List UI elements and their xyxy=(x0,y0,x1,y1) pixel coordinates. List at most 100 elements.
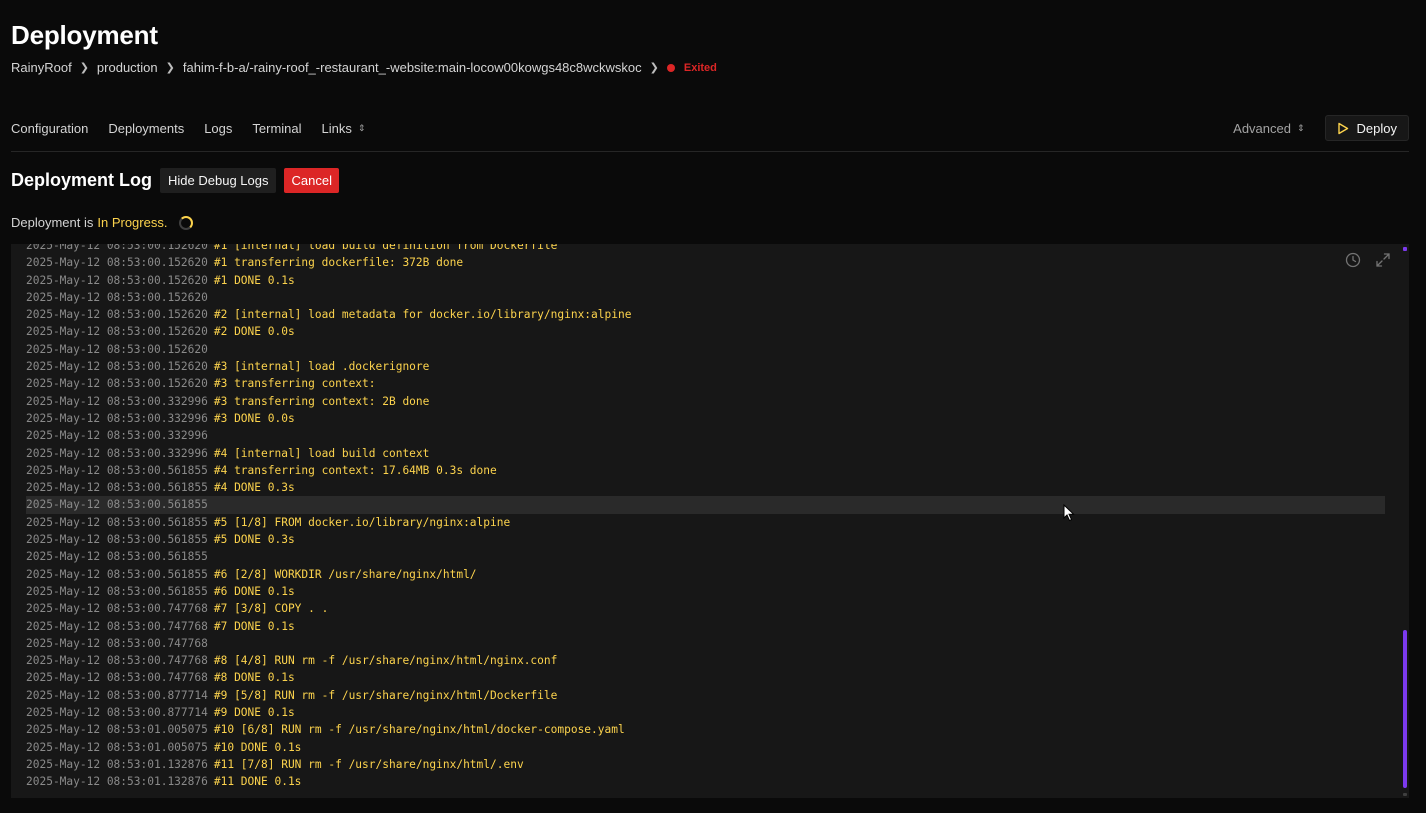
log-message: #1 transferring dockerfile: 372B done xyxy=(213,256,464,270)
log-message: #9 [5/8] RUN rm -f /usr/share/nginx/html… xyxy=(213,688,558,702)
log-message: #5 DONE 0.3s xyxy=(213,533,295,547)
log-timestamp: 2025-May-12 08:53:00.152620 xyxy=(26,360,208,374)
log-line: 2025-May-12 08:53:00.152620 #1 [internal]… xyxy=(26,244,1385,254)
log-line: 2025-May-12 08:53:00.747768 xyxy=(26,635,1385,652)
log-output-panel[interactable]: 2025-May-12 08:53:00.152620 #1 [internal]… xyxy=(11,244,1409,798)
tab-links-label: Links xyxy=(321,121,352,136)
log-timestamp: 2025-May-12 08:53:00.561855 xyxy=(26,567,208,581)
log-scrollbar[interactable] xyxy=(1403,630,1407,788)
log-timestamp: 2025-May-12 08:53:01.005075 xyxy=(26,723,208,737)
log-message: #8 [4/8] RUN rm -f /usr/share/nginx/html… xyxy=(213,654,558,668)
breadcrumb-application[interactable]: fahim-f-b-a/-rainy-roof_-restaurant_-web… xyxy=(183,60,642,75)
log-timestamp: 2025-May-12 08:53:00.561855 xyxy=(26,550,208,564)
log-timestamp: 2025-May-12 08:53:00.152620 xyxy=(26,377,208,391)
log-message: #2 DONE 0.0s xyxy=(213,325,295,339)
advanced-menu[interactable]: Advanced ⇕ xyxy=(1233,121,1304,136)
log-timestamp: 2025-May-12 08:53:00.561855 xyxy=(26,481,208,495)
clock-icon[interactable] xyxy=(1345,252,1361,268)
log-timestamp: 2025-May-12 08:53:00.152620 xyxy=(26,256,208,270)
deploy-label: Deploy xyxy=(1356,120,1397,136)
log-line: 2025-May-12 08:53:00.877714 #9 [5/8] RUN … xyxy=(26,687,1385,704)
tab-links[interactable]: Links ⇕ xyxy=(322,121,366,136)
log-timestamp: 2025-May-12 08:53:00.747768 xyxy=(26,671,208,685)
play-icon xyxy=(1337,122,1348,134)
log-line: 2025-May-12 08:53:00.561855 xyxy=(26,496,1385,514)
log-line: 2025-May-12 08:53:00.152620 #3 transferri… xyxy=(26,375,1385,392)
log-timestamp: 2025-May-12 08:53:00.561855 xyxy=(26,463,208,477)
scrollbar-cap xyxy=(1403,793,1407,796)
log-message: #4 [internal] load build context xyxy=(213,446,430,460)
tab-terminal[interactable]: Terminal xyxy=(252,121,301,136)
tab-configuration[interactable]: Configuration xyxy=(11,121,88,136)
log-timestamp: 2025-May-12 08:53:00.332996 xyxy=(26,394,208,408)
deployment-log-title: Deployment Log xyxy=(11,170,153,190)
log-message: #2 [internal] load metadata for docker.i… xyxy=(213,308,632,322)
deployment-log-header: Deployment Log Hide Debug Logs Cancel xyxy=(11,168,339,193)
breadcrumb: RainyRoof ❯ production ❯ fahim-f-b-a/-ra… xyxy=(11,60,717,75)
deployment-progress: Deployment is In Progress. xyxy=(11,215,194,230)
log-message: #8 DONE 0.1s xyxy=(213,671,295,685)
log-message: #4 DONE 0.3s xyxy=(213,481,295,495)
log-timestamp: 2025-May-12 08:53:01.132876 xyxy=(26,757,208,771)
log-line: 2025-May-12 08:53:01.132876 #11 [7/8] RUN… xyxy=(26,756,1385,773)
log-line: 2025-May-12 08:53:00.332996 #3 DONE 0.0s xyxy=(26,410,1385,427)
deploy-button[interactable]: Deploy xyxy=(1324,115,1409,141)
log-timestamp: 2025-May-12 08:53:01.005075 xyxy=(26,740,208,754)
cancel-button[interactable]: Cancel xyxy=(284,168,339,193)
log-timestamp: 2025-May-12 08:53:00.747768 xyxy=(26,602,208,616)
status-dot-icon xyxy=(666,63,675,72)
log-line: 2025-May-12 08:53:01.005075 #10 DONE 0.1s xyxy=(26,739,1385,756)
hide-debug-logs-button[interactable]: Hide Debug Logs xyxy=(160,168,277,193)
log-timestamp: 2025-May-12 08:53:00.561855 xyxy=(26,533,208,547)
log-timestamp: 2025-May-12 08:53:00.877714 xyxy=(26,688,208,702)
log-timestamp: 2025-May-12 08:53:00.747768 xyxy=(26,654,208,668)
log-timestamp: 2025-May-12 08:53:00.561855 xyxy=(26,584,208,598)
log-line: 2025-May-12 08:53:00.152620 #1 DONE 0.1s xyxy=(26,272,1385,289)
log-line: 2025-May-12 08:53:00.561855 xyxy=(26,548,1385,565)
log-line: 2025-May-12 08:53:00.152620 xyxy=(26,341,1385,358)
chevron-right-icon: ❯ xyxy=(165,62,175,74)
log-timestamp: 2025-May-12 08:53:00.152620 xyxy=(26,290,208,304)
advanced-label: Advanced xyxy=(1233,120,1291,136)
log-line: 2025-May-12 08:53:00.332996 #4 [internal]… xyxy=(26,445,1385,462)
log-message: #1 [internal] load build definition from… xyxy=(213,244,558,252)
log-line: 2025-May-12 08:53:00.332996 #3 transferri… xyxy=(26,393,1385,410)
log-line: 2025-May-12 08:53:01.005075 #10 [6/8] RUN… xyxy=(26,721,1385,738)
log-message: #9 DONE 0.1s xyxy=(213,706,295,720)
fullscreen-icon[interactable] xyxy=(1375,252,1391,268)
log-line: 2025-May-12 08:53:00.152620 xyxy=(26,289,1385,306)
scrollbar-cap xyxy=(1403,247,1407,251)
log-line: 2025-May-12 08:53:00.747768 #8 [4/8] RUN … xyxy=(26,652,1385,669)
log-message: #4 transferring context: 17.64MB 0.3s do… xyxy=(213,463,497,477)
loading-spinner-icon xyxy=(179,215,194,230)
tab-logs[interactable]: Logs xyxy=(204,121,232,136)
log-line: 2025-May-12 08:53:00.152620 #2 DONE 0.0s xyxy=(26,323,1385,340)
log-timestamp: 2025-May-12 08:53:00.152620 xyxy=(26,244,208,252)
log-line: 2025-May-12 08:53:00.747768 #7 [3/8] COPY… xyxy=(26,600,1385,617)
log-message: #11 DONE 0.1s xyxy=(213,775,302,789)
log-message: #3 [internal] load .dockerignore xyxy=(213,360,430,374)
status-badge: Exited xyxy=(683,61,717,74)
log-line: 2025-May-12 08:53:00.152620 #1 transferri… xyxy=(26,254,1385,271)
log-panel-actions xyxy=(1331,252,1391,268)
log-line: 2025-May-12 08:53:00.561855 #5 DONE 0.3s xyxy=(26,531,1385,548)
log-line: 2025-May-12 08:53:00.561855 #6 [2/8] WORK… xyxy=(26,566,1385,583)
log-message: #6 DONE 0.1s xyxy=(213,584,295,598)
breadcrumb-environment[interactable]: production xyxy=(97,60,158,75)
log-message: #3 DONE 0.0s xyxy=(213,411,295,425)
chevron-up-down-icon: ⇕ xyxy=(357,123,366,133)
chevron-right-icon: ❯ xyxy=(649,62,659,74)
chevron-up-down-icon: ⇕ xyxy=(1296,122,1305,133)
log-message: #11 [7/8] RUN rm -f /usr/share/nginx/htm… xyxy=(213,757,524,771)
log-line: 2025-May-12 08:53:00.747768 #7 DONE 0.1s xyxy=(26,618,1385,635)
log-lines: 2025-May-12 08:53:00.152620 #1 [internal]… xyxy=(26,244,1385,791)
log-line: 2025-May-12 08:53:01.132876 #11 DONE 0.1s xyxy=(26,773,1385,790)
log-timestamp: 2025-May-12 08:53:00.561855 xyxy=(26,515,208,529)
progress-state: In Progress. xyxy=(97,215,168,230)
log-message: #10 DONE 0.1s xyxy=(213,740,302,754)
log-timestamp: 2025-May-12 08:53:00.877714 xyxy=(26,706,208,720)
log-message: #1 DONE 0.1s xyxy=(213,273,295,287)
tab-deployments[interactable]: Deployments xyxy=(108,121,184,136)
log-timestamp: 2025-May-12 08:53:00.332996 xyxy=(26,429,208,443)
breadcrumb-project[interactable]: RainyRoof xyxy=(11,60,72,75)
